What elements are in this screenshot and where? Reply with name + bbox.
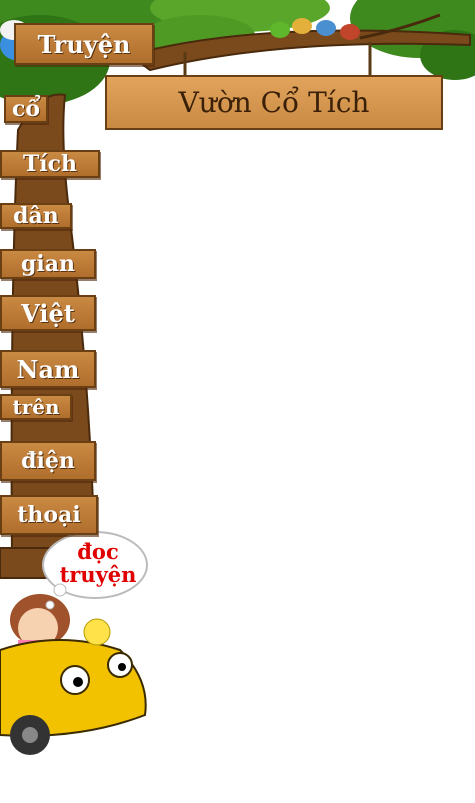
cloud-line-1: đọc [77, 539, 119, 564]
nav-sign-10[interactable]: thoại [0, 495, 98, 535]
nav-sign-7[interactable]: Nam [0, 350, 96, 388]
nav-sign-2[interactable]: cổ [4, 95, 48, 123]
page-title: Vườn Cổ Tích [105, 75, 443, 130]
nav-sign-3[interactable]: Tích [0, 150, 100, 178]
nav-sign-8[interactable]: trên [0, 394, 72, 420]
read-story-link[interactable]: đọc truyện [48, 540, 148, 586]
nav-sign-4[interactable]: dân [0, 203, 72, 229]
nav-sign-5[interactable]: gian [0, 249, 96, 279]
nav-sign-6[interactable]: Việt [0, 295, 96, 331]
app-scene: Vườn Cổ Tích Truyện cổ Tích dân gian Việ… [0, 0, 475, 803]
nav-sign-9[interactable]: điện [0, 441, 96, 481]
cloud-line-2: truyện [59, 562, 137, 587]
nav-sign-1[interactable]: Truyện [14, 23, 154, 65]
chick-icon [83, 618, 111, 646]
car-icon [0, 639, 147, 755]
